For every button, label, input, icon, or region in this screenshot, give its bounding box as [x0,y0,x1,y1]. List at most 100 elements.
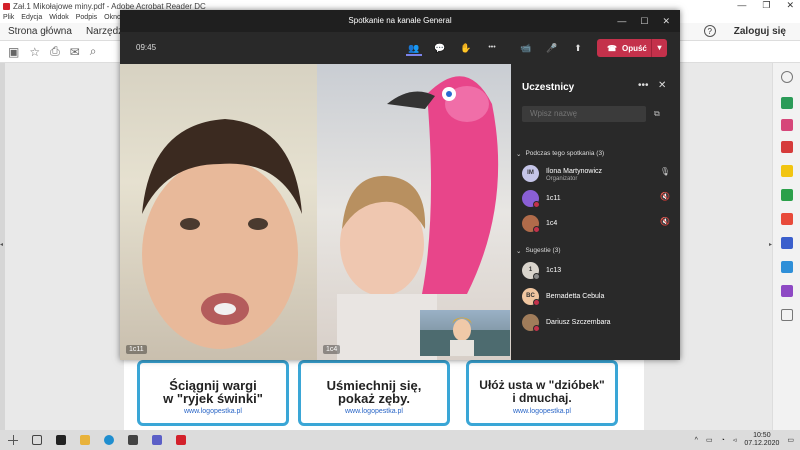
email-icon[interactable]: ✉ [70,45,80,59]
participants-panel: Uczestnicy ••• ✕ ⧉ ⌄ Podczas tego spotka… [512,64,680,360]
clock-date: 07.12.2020 [744,440,780,447]
volume-icon[interactable]: ◃ [733,436,737,444]
export-pdf-icon[interactable] [781,97,793,109]
camera-icon[interactable]: 📹 [518,40,534,56]
meeting-controls-bar: 09:45 👥 💬 ✋ ••• 📹 🎤 ⬆ ☎ Opuść ▾ [120,32,680,64]
leave-label: Opuść [621,43,647,53]
acrobat-icon[interactable] [176,435,186,445]
participant-row[interactable]: IM Ilona Martynowicz Organizator 🎙 [522,164,670,184]
sign-in-button[interactable]: Zaloguj się [734,26,786,37]
menu-plik[interactable]: Plik [3,14,14,21]
windows-start-icon[interactable] [8,435,18,445]
task-view-icon[interactable] [32,435,42,445]
share-invite-icon[interactable]: ⧉ [654,109,660,119]
notification-icon[interactable]: ▭ [787,436,794,444]
status-dot [533,226,540,233]
chevron-down-icon[interactable]: ▾ [651,39,667,57]
combine-files-icon[interactable] [781,213,793,225]
bookmark-star-icon[interactable]: ☆ [29,45,40,59]
taskbar-clock[interactable]: 10:50 07.12.2020 [744,432,779,448]
create-pdf-icon[interactable] [781,141,793,153]
teams-meeting-window: Spotkanie na kanale General — ☐ ✕ 09:45 … [120,10,680,360]
network-icon[interactable]: ◔ [721,437,725,444]
exercise-url: www.logopestka.pl [345,408,403,415]
fill-sign-icon[interactable] [781,285,793,297]
microphone-icon[interactable]: 🎤 [544,40,560,56]
right-pane-arrow[interactable]: ▸ [769,241,772,248]
participant-name: 1c4 [546,220,558,227]
section-in-meeting[interactable]: ⌄ Podczas tego spotkania (3) [516,150,604,158]
teams-maximize-button[interactable]: ☐ [640,10,648,32]
meeting-title: Spotkanie na kanale General [348,16,452,25]
video-tile-label: 1c11 [126,345,147,354]
share-screen-icon[interactable]: ⬆ [570,40,586,56]
right-tools-pane: ▸ [769,63,800,430]
exercise-card: Ułóż usta w "dzióbek" i dmuchaj. www.log… [466,360,618,426]
teams-minimize-button[interactable]: — [617,10,626,32]
video-tile-label: 1c4 [323,345,341,354]
exercise-text: Ściągnij wargi w "ryjek świnki" [163,378,263,406]
self-view-video[interactable] [420,310,510,356]
panel-heading: Uczestnicy [522,82,575,93]
edge-icon[interactable] [104,435,114,445]
participants-icon[interactable]: 👥 [406,40,422,56]
system-tray: ^ ▭ ◔ ◃ 10:50 07.12.2020 ▭ [695,432,794,448]
clock-time: 10:50 [753,432,771,439]
scan-icon[interactable] [781,261,793,273]
store-icon[interactable] [128,435,138,445]
teams-icon[interactable] [152,435,162,445]
menu-podpis[interactable]: Podpis [76,14,97,21]
mic-off-icon: 🔇 [660,217,670,226]
participant-row[interactable]: 1c11 🔇 [522,189,670,209]
organize-pages-icon[interactable] [781,189,793,201]
panel-more-icon[interactable]: ••• [638,80,649,91]
section-suggestions[interactable]: ⌄ Sugestie (3) [516,247,561,255]
exercise-card: Uśmiechnij się, pokaż zęby. www.logopest… [298,360,450,426]
more-tools-icon[interactable] [781,309,793,321]
suggested-participant-row[interactable]: BC Bernadetta Cebula [522,287,670,307]
notion-icon[interactable] [56,435,66,445]
battery-icon[interactable]: ▭ [706,436,713,444]
comment-icon[interactable] [781,165,793,177]
exercise-url: www.logopestka.pl [184,408,242,415]
menu-widok[interactable]: Widok [49,14,68,21]
teams-close-button[interactable]: ✕ [662,10,670,32]
hangup-icon: ☎ [607,43,617,53]
participant-name: Bernadetta Cebula [546,293,605,300]
panel-close-icon[interactable]: ✕ [658,80,666,91]
mic-off-icon: 🔇 [660,192,670,201]
chat-icon[interactable]: 💬 [432,40,448,56]
menu-okno[interactable]: Okno [104,14,121,21]
participant-search-input[interactable] [522,106,646,122]
zoom-icon[interactable] [781,71,793,83]
tray-chevron-icon[interactable]: ^ [695,437,698,444]
leave-button[interactable]: ☎ Opuść ▾ [597,39,667,57]
save-icon[interactable]: ▣ [8,45,19,59]
protect-icon[interactable] [781,237,793,249]
more-actions-icon[interactable]: ••• [484,40,500,56]
raise-hand-icon[interactable]: ✋ [458,40,474,56]
status-dot [533,273,540,280]
edit-pdf-icon[interactable] [781,119,793,131]
suggested-participant-row[interactable]: Dariusz Szczembara [522,313,670,333]
exercise-card: Ściągnij wargi w "ryjek świnki" www.logo… [137,360,289,426]
file-explorer-icon[interactable] [80,435,90,445]
video-tile[interactable]: 1c11 [120,64,317,360]
left-nav-pane[interactable]: ◂ [0,63,5,430]
minimize-button[interactable]: — [737,0,746,11]
search-icon[interactable]: ⌕ [90,44,97,59]
maximize-button[interactable]: ❐ [762,0,770,11]
participant-name: 1c11 [546,195,561,202]
close-button[interactable]: ✕ [786,0,794,11]
print-icon[interactable]: ⎙ [50,44,60,59]
suggested-participant-row[interactable]: 1 1c13 [522,261,670,281]
menu-edycja[interactable]: Edycja [21,14,42,21]
participant-row[interactable]: 1c4 🔇 [522,214,670,234]
help-icon[interactable]: ? [703,25,716,37]
exercise-text: Ułóż usta w "dzióbek" i dmuchaj. [479,378,605,405]
chevron-down-icon: ⌄ [516,248,522,255]
left-pane-arrow[interactable]: ◂ [0,241,3,248]
tab-home[interactable]: Strona główna [8,26,72,37]
section-label: Sugestie (3) [525,247,561,254]
exercise-text: Uśmiechnij się, pokaż zęby. [326,378,422,406]
